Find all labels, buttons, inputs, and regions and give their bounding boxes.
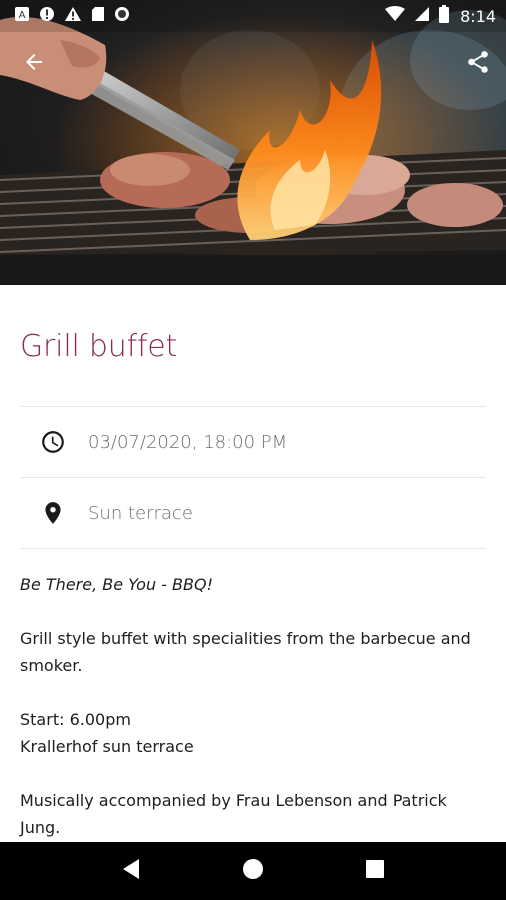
location-row[interactable]: Sun terrace	[20, 478, 486, 548]
description-start-block: Start: 6.00pm Krallerhof sun terrace	[20, 706, 486, 760]
nav-back-button[interactable]	[101, 842, 161, 900]
status-time: 8:14	[460, 6, 496, 26]
arrow-back-icon	[22, 50, 46, 79]
share-button[interactable]	[458, 44, 498, 84]
nav-home-button[interactable]	[223, 842, 283, 900]
start-time-line: Start: 6.00pm	[20, 710, 131, 729]
system-nav-bar	[0, 842, 506, 900]
back-triangle-icon	[121, 858, 141, 885]
datetime-row[interactable]: 03/07/2020, 18:00 PM	[20, 407, 486, 477]
event-description: Be There, Be You - BBQ! Grill style buff…	[20, 571, 486, 841]
event-tagline: Be There, Be You - BBQ!	[20, 575, 214, 594]
event-datetime: 03/07/2020, 18:00 PM	[88, 431, 288, 453]
warning-icon	[64, 6, 82, 27]
home-circle-icon	[242, 858, 264, 885]
nav-recents-button[interactable]	[345, 842, 405, 900]
clock-icon	[20, 429, 88, 455]
app-icon: A	[14, 6, 30, 27]
grill-photo	[0, 0, 506, 285]
venue-line: Krallerhof sun terrace	[20, 737, 194, 756]
alert-circle-icon	[39, 6, 55, 27]
record-icon	[114, 6, 130, 27]
wifi-icon	[385, 5, 406, 27]
sd-card-icon	[91, 6, 105, 27]
event-hero-image	[0, 0, 506, 285]
back-button[interactable]	[14, 44, 54, 84]
event-location: Sun terrace	[88, 502, 193, 524]
description-paragraph: Grill style buffet with specialities fro…	[20, 629, 471, 675]
recents-square-icon	[365, 859, 385, 884]
battery-icon	[439, 4, 450, 28]
signal-icon	[414, 6, 430, 27]
event-title: Grill buffet	[20, 329, 178, 364]
divider	[20, 548, 486, 549]
event-details: Grill buffet 03/07/2020, 18:00 PM Sun te…	[20, 285, 486, 868]
status-bar: A 8:14	[0, 0, 506, 32]
svg-text:A: A	[19, 10, 26, 21]
description-paragraph: Musically accompanied by Frau Lebenson a…	[20, 791, 447, 837]
location-pin-icon	[20, 500, 88, 526]
share-icon	[465, 49, 491, 80]
